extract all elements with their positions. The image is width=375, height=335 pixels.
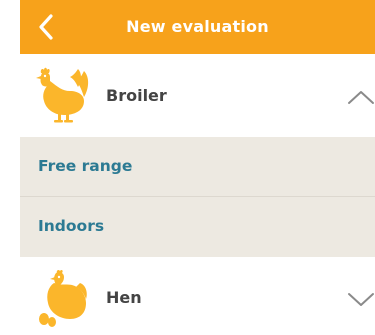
- broiler-submenu: Free range Indoors: [20, 137, 375, 257]
- chevron-down-icon[interactable]: [347, 290, 375, 308]
- category-label: Hen: [106, 288, 142, 307]
- hen-icon: [39, 269, 87, 327]
- submenu-item-free-range[interactable]: Free range: [20, 137, 375, 197]
- submenu-item-label: Indoors: [38, 217, 105, 235]
- submenu-item-indoors[interactable]: Indoors: [20, 197, 375, 257]
- category-label: Broiler: [106, 86, 167, 105]
- category-hen[interactable]: Hen: [20, 257, 375, 335]
- submenu-item-label: Free range: [38, 157, 133, 175]
- header-bar: New evaluation: [20, 0, 375, 54]
- chevron-up-icon[interactable]: [347, 88, 375, 106]
- page-title: New evaluation: [126, 17, 269, 36]
- rooster-icon: [36, 67, 89, 123]
- app-screen: New evaluation Broiler Free range Indoor…: [20, 0, 375, 335]
- category-broiler[interactable]: Broiler: [20, 57, 375, 137]
